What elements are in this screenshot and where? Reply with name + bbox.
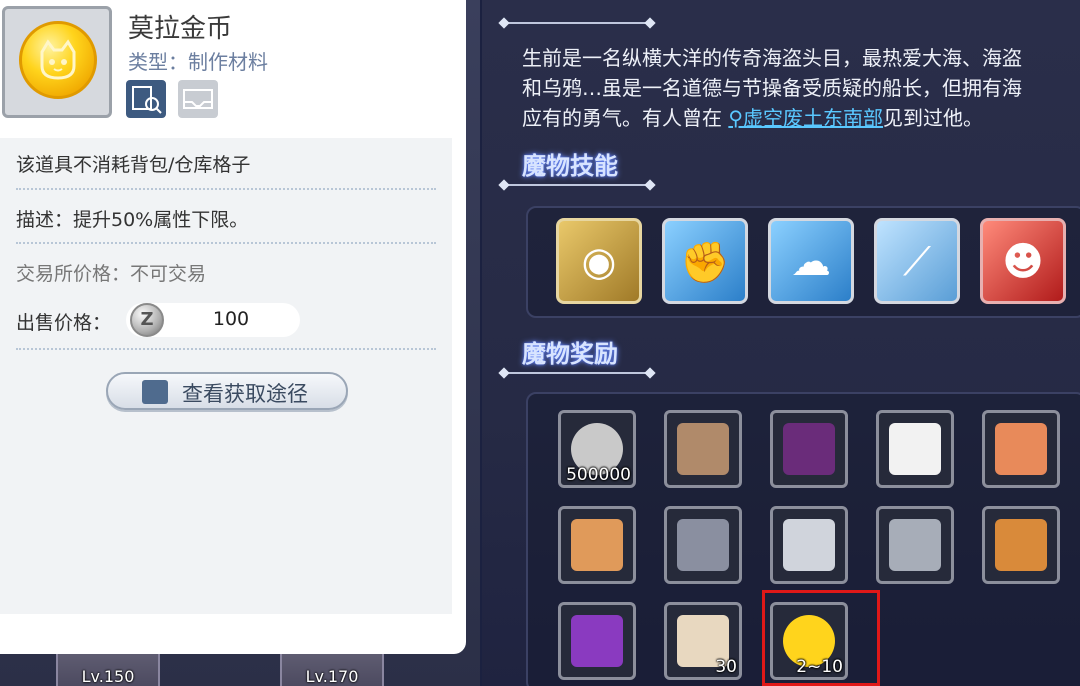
shatter-icon: ⟋ — [903, 239, 931, 285]
inspect-icon[interactable] — [126, 80, 166, 118]
crystal-icon — [995, 423, 1047, 475]
spear-icon — [889, 519, 941, 571]
scroll-icon — [677, 423, 729, 475]
reward-slot[interactable] — [876, 410, 954, 488]
level-label: Lv.150 — [81, 667, 135, 686]
divider — [16, 348, 436, 350]
location-link-label: 虚空废土东南部 — [743, 106, 884, 130]
rage-icon: ☻ — [1002, 239, 1044, 285]
highlight-frame — [762, 590, 880, 686]
skill-slot[interactable]: ☻ — [980, 218, 1066, 304]
feather-icon — [677, 519, 729, 571]
rewards-title: 魔物奖励 — [522, 340, 618, 368]
reward-slot[interactable] — [558, 506, 636, 584]
skill-slot[interactable]: ◉ — [556, 218, 642, 304]
ghost-icon: ☁ — [791, 239, 831, 285]
reward-slot[interactable] — [664, 410, 742, 488]
reward-slot[interactable] — [558, 602, 636, 680]
location-pin-icon: ⚲ — [728, 106, 744, 130]
reward-slot[interactable] — [982, 506, 1060, 584]
monster-desc-line: 应有的勇气。有人曾在 ⚲虚空废土东南部见到过他。 — [522, 102, 983, 131]
item-detail-card: 莫拉金币 类型：制作材料 该道具不消耗背包/仓库格子 描述：提升50%属性下限。… — [0, 0, 466, 654]
divider — [16, 242, 436, 244]
shuriken-icon — [571, 615, 623, 667]
sword-icon — [783, 519, 835, 571]
no-slot-note: 该道具不消耗背包/仓库格子 — [16, 154, 251, 176]
orb-icon: ◉ — [581, 239, 617, 285]
skill-slot[interactable]: ⟋ — [874, 218, 960, 304]
item-type: 类型：制作材料 — [128, 50, 268, 74]
monster-desc-text: 应有的勇气。有人曾在 — [522, 106, 729, 130]
level-label: Lv.170 — [305, 667, 359, 686]
mora-coin-icon — [19, 21, 97, 99]
reward-slot[interactable] — [876, 506, 954, 584]
view-acquisition-label: 查看获取途径 — [182, 382, 308, 406]
reward-quantity: 500000 — [566, 465, 631, 485]
item-description: 描述：提升50%属性下限。 — [16, 209, 249, 231]
location-link[interactable]: ⚲虚空废土东南部 — [728, 106, 883, 130]
reward-slot[interactable] — [770, 506, 848, 584]
reward-slot[interactable]: 500000 — [558, 410, 636, 488]
monster-desc-line: 和乌鸦…虽是一名道德与节操备受质疑的船长，但拥有海 — [522, 76, 1022, 100]
skill-slot[interactable]: ☁ — [768, 218, 854, 304]
section-divider — [504, 372, 650, 374]
section-divider — [504, 22, 650, 24]
exchange-price: 交易所价格：不可交易 — [16, 263, 207, 285]
monster-desc-line: 生前是一名纵横大洋的传奇海盗头目，最热爱大海、海盗 — [522, 46, 1022, 70]
paper-icon — [889, 423, 941, 475]
view-acquisition-button[interactable]: 查看获取途径 — [106, 372, 348, 410]
section-divider — [504, 184, 650, 186]
item-icon-frame — [2, 6, 112, 118]
sell-price-value: 100 — [212, 308, 250, 330]
reward-slot[interactable] — [664, 506, 742, 584]
reward-quantity: 30 — [715, 657, 737, 677]
zeny-icon: Z — [130, 303, 164, 337]
skills-title: 魔物技能 — [522, 152, 618, 180]
puzzle-icon — [571, 519, 623, 571]
inspect-icon — [142, 380, 168, 404]
sell-price-label: 出售价格： — [16, 312, 112, 334]
reward-slot[interactable] — [982, 410, 1060, 488]
tray-icon[interactable] — [178, 80, 218, 118]
staff-icon — [995, 519, 1047, 571]
skill-slot[interactable]: ✊ — [662, 218, 748, 304]
fist-icon: ✊ — [680, 240, 730, 286]
item-name: 莫拉金币 — [128, 14, 233, 44]
monster-desc-text: 见到过他。 — [883, 106, 984, 130]
reward-slot[interactable] — [770, 410, 848, 488]
divider — [16, 188, 436, 190]
reward-slot[interactable]: 30 — [664, 602, 742, 680]
pirate-hat-icon — [783, 423, 835, 475]
